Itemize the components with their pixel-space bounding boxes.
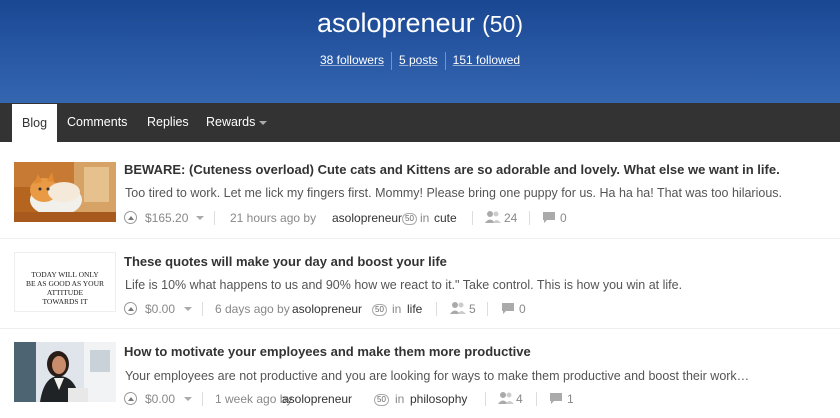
reputation-score: (50) (482, 11, 524, 37)
voters-icon[interactable] (485, 210, 501, 224)
payout-value[interactable]: $0.00 (145, 391, 175, 407)
post-time: 1 week ago by (215, 392, 293, 406)
chevron-down-icon[interactable] (184, 307, 192, 311)
post-time: 21 hours ago by (230, 211, 317, 225)
followed-link[interactable]: 151 followed (446, 52, 527, 68)
voters-icon[interactable] (498, 391, 514, 405)
comment-icon[interactable] (502, 303, 514, 314)
author-rep-wrap: 50 (369, 301, 390, 317)
profile-name: asolopreneur (50) (0, 6, 840, 41)
chevron-down-icon[interactable] (196, 216, 204, 220)
quote-line: TOWARDS IT (42, 297, 88, 306)
author-link[interactable]: asolopreneur (292, 301, 362, 317)
quote-line: TODAY WILL ONLY (31, 270, 99, 279)
followers-link[interactable]: 38 followers (313, 52, 391, 68)
tab-blog[interactable]: Blog (12, 104, 58, 142)
upvote-icon[interactable] (124, 302, 137, 315)
author-link[interactable]: asolopreneur (332, 210, 402, 226)
businesswoman-image (14, 342, 116, 402)
post-thumbnail[interactable] (14, 162, 116, 222)
profile-stats: 38 followers 5 posts 151 followed (0, 52, 840, 70)
tab-rewards[interactable]: Rewards (196, 103, 277, 142)
cat-image (14, 162, 116, 222)
voters-count[interactable]: 4 (516, 391, 523, 407)
author-rep-wrap: 50 (399, 210, 420, 226)
post-title[interactable]: How to motivate your employees and make … (124, 344, 531, 359)
post-thumbnail[interactable]: TODAY WILL ONLY BE AS GOOD AS YOUR ATTIT… (14, 252, 116, 312)
comment-icon[interactable] (550, 393, 562, 404)
author-reputation-badge: 50 (374, 393, 389, 406)
username: asolopreneur (316, 8, 475, 38)
payout-value[interactable]: $165.20 (145, 210, 188, 226)
in-label: in (392, 302, 402, 316)
comment-icon[interactable] (543, 212, 555, 223)
upvote-icon[interactable] (124, 392, 137, 405)
chevron-down-icon (259, 120, 268, 125)
author-reputation-badge: 50 (402, 212, 417, 225)
comments-count[interactable]: 0 (519, 301, 526, 317)
list-item: TODAY WILL ONLY BE AS GOOD AS YOUR ATTIT… (0, 250, 840, 330)
profile-header: asolopreneur (50) 38 followers 5 posts 151… (0, 0, 840, 103)
chevron-down-icon[interactable] (184, 397, 192, 401)
voters-count[interactable]: 24 (504, 210, 517, 226)
list-item: BEWARE: (Cuteness overload) Cute cats an… (0, 160, 840, 240)
post-time: 6 days ago by (215, 302, 290, 316)
post-meta: $0.00 1 week ago by asolopreneur 50 in p… (124, 391, 584, 407)
list-item: How to motivate your employees and make … (0, 340, 840, 418)
voters-count[interactable]: 5 (469, 301, 476, 317)
meta-divider (436, 302, 437, 316)
post-summary[interactable]: Your employees are not productive and yo… (125, 369, 749, 383)
author-link[interactable]: asolopreneur (282, 391, 352, 407)
tag-link[interactable]: cute (434, 210, 457, 226)
post-meta: $165.20 21 hours ago by asolopreneur 50 … (124, 210, 584, 226)
comments-count[interactable]: 1 (567, 391, 574, 407)
meta-divider (214, 211, 215, 225)
profile-tabs: Blog Comments Replies Rewards (0, 103, 840, 142)
tab-replies[interactable]: Replies (137, 103, 199, 142)
quote-line: ATTITUDE (46, 288, 84, 297)
post-title[interactable]: These quotes will make your day and boos… (124, 254, 447, 269)
quote-image-text: TODAY WILL ONLY BE AS GOOD AS YOUR ATTIT… (15, 270, 115, 306)
author-reputation-badge: 50 (372, 303, 387, 316)
meta-divider (529, 211, 530, 225)
comments-count[interactable]: 0 (560, 210, 567, 226)
quote-line: BE AS GOOD AS YOUR (25, 279, 105, 288)
post-divider (0, 238, 840, 239)
meta-divider (202, 302, 203, 316)
meta-divider (202, 392, 203, 406)
post-summary[interactable]: Too tired to work. Let me lick my finger… (125, 186, 782, 200)
tab-rewards-label: Rewards (206, 115, 256, 129)
tag-link[interactable]: philosophy (410, 391, 467, 407)
in-label: in (420, 211, 430, 225)
post-thumbnail[interactable] (14, 342, 116, 402)
post-meta: $0.00 6 days ago by asolopreneur 50 in l… (124, 301, 584, 317)
in-label: in (395, 392, 405, 406)
tab-comments[interactable]: Comments (57, 103, 137, 142)
payout-value[interactable]: $0.00 (145, 301, 175, 317)
post-title[interactable]: BEWARE: (Cuteness overload) Cute cats an… (124, 162, 780, 177)
meta-divider (485, 392, 486, 406)
post-summary[interactable]: Life is 10% what happens to us and 90% h… (125, 278, 682, 292)
meta-divider (472, 211, 473, 225)
author-rep-wrap: 50 (371, 391, 392, 407)
posts-link[interactable]: 5 posts (392, 52, 445, 68)
post-divider (0, 328, 840, 329)
voters-icon[interactable] (450, 301, 466, 315)
meta-divider (536, 392, 537, 406)
upvote-icon[interactable] (124, 211, 137, 224)
tag-link[interactable]: life (407, 301, 422, 317)
meta-divider (487, 302, 488, 316)
